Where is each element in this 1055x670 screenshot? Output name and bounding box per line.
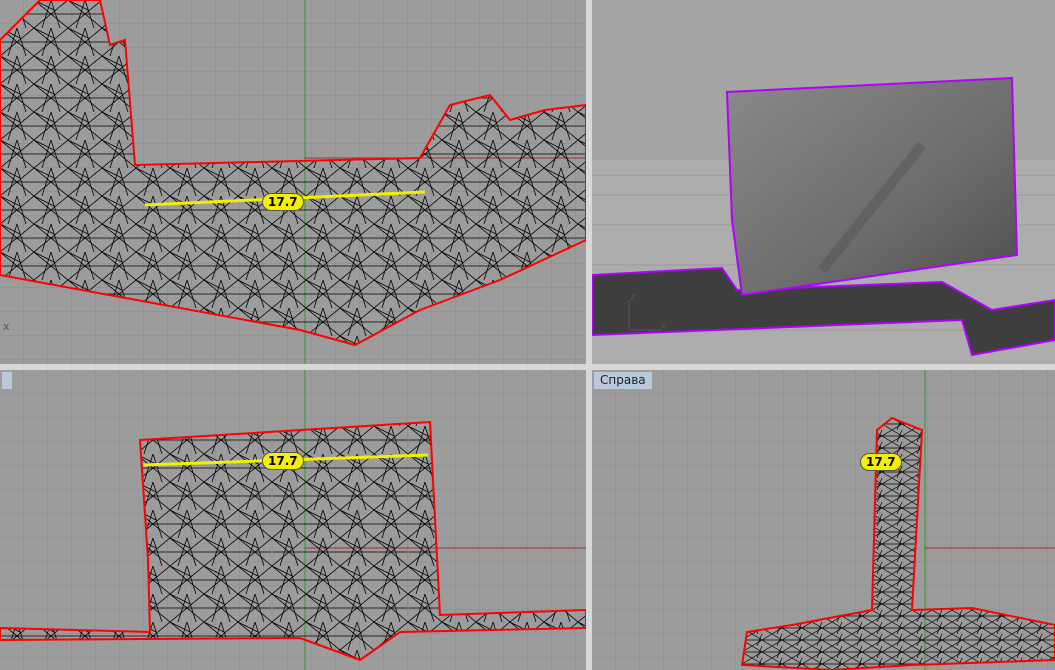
viewport-front[interactable]: 17.7 bbox=[0, 370, 586, 670]
viewport-perspective[interactable]: z x bbox=[592, 0, 1055, 364]
dimension-label: 17.7 bbox=[262, 193, 304, 211]
axis-z-label: z bbox=[630, 290, 636, 303]
viewport-right[interactable]: Справа 17.7 bbox=[592, 370, 1055, 670]
axis-x-label: x bbox=[3, 320, 10, 333]
axis-x-label: x bbox=[660, 319, 667, 332]
dimension-label: 17.7 bbox=[860, 453, 902, 471]
dimension-label: 17.7 bbox=[262, 452, 304, 470]
viewport-top[interactable]: 17.7 x bbox=[0, 0, 586, 364]
viewport-label[interactable] bbox=[2, 372, 12, 389]
viewport-label[interactable]: Справа bbox=[594, 372, 652, 389]
